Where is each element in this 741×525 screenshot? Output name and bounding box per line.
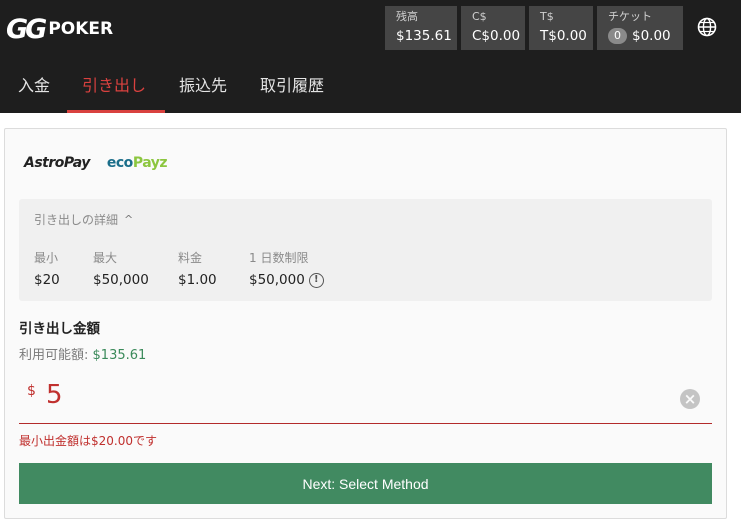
detail-daily-label: 1 日数制限 — [249, 251, 309, 265]
tab-deposit[interactable]: 入金 — [18, 60, 67, 113]
available-label: 利用可能額: — [19, 348, 89, 363]
tab-history[interactable]: 取引履歴 — [246, 60, 336, 113]
balance-cash-value: $135.61 — [396, 28, 452, 44]
detail-min: 最小 $20 — [34, 249, 60, 288]
balance-cdollar[interactable]: C$ C$0.00 — [461, 6, 525, 50]
detail-min-label: 最小 — [34, 251, 59, 265]
balance-bar: 残高 $135.61 C$ C$0.00 T$ T$0.00 チケット 0 $0… — [385, 6, 683, 50]
balance-tdollar[interactable]: T$ T$0.00 — [529, 6, 593, 50]
ecopayz-logo[interactable]: ecoPayz — [106, 155, 168, 171]
available-balance: 利用可能額: $135.61 — [19, 344, 146, 363]
tab-withdraw[interactable]: 引き出し — [67, 60, 165, 113]
withdraw-details: 引き出しの詳細 ^ 最小 $20 最大 $50,000 料金 $1.00 1 日… — [19, 199, 712, 301]
detail-max-value: $50,000 — [93, 272, 149, 288]
amount-value[interactable]: 5 — [46, 380, 63, 410]
details-title: 引き出しの詳細 — [34, 213, 119, 227]
balance-cdollar-label: C$ — [472, 10, 487, 23]
globe-icon[interactable] — [697, 17, 717, 37]
balance-cash[interactable]: 残高 $135.61 — [385, 6, 457, 50]
withdraw-panel: AstroPay ecoPayz 引き出しの詳細 ^ 最小 $20 最大 $50… — [4, 128, 727, 519]
detail-daily-row: $50,000 ! — [249, 272, 324, 288]
amount-title: 引き出し金額 — [19, 321, 100, 337]
available-value: $135.61 — [92, 348, 147, 363]
balance-ticket-row: 0 $0.00 — [608, 28, 673, 44]
logo-poker: POKER — [48, 19, 114, 39]
ticket-count-badge: 0 — [608, 28, 627, 44]
balance-ticket-label: チケット — [608, 10, 652, 23]
balance-cdollar-value: C$0.00 — [472, 28, 521, 44]
detail-max-label: 最大 — [93, 251, 118, 265]
ggpoker-logo[interactable]: GG POKER — [6, 13, 114, 45]
balance-tdollar-value: T$0.00 — [540, 28, 587, 44]
details-toggle[interactable]: 引き出しの詳細 ^ — [34, 211, 133, 228]
next-select-method-button[interactable]: Next: Select Method — [19, 463, 712, 504]
detail-daily-value: $50,000 — [249, 272, 305, 288]
clear-icon[interactable]: × — [680, 389, 700, 409]
balance-tdollar-label: T$ — [540, 10, 554, 23]
balance-ticket-value: $0.00 — [632, 28, 671, 44]
logo-gg: GG — [6, 13, 47, 45]
cashier-tabs: 入金 引き出し 振込先 取引履歴 — [0, 60, 336, 113]
ecopayz-logo-eco: eco — [106, 155, 133, 171]
currency-symbol: $ — [27, 383, 36, 399]
ecopayz-logo-payz: Payz — [132, 155, 168, 171]
amount-input[interactable]: $ 5 × — [19, 376, 712, 424]
top-bar: GG POKER 残高 $135.61 C$ C$0.00 T$ T$0.00 … — [0, 0, 741, 113]
detail-daily: 1 日数制限 $50,000 ! — [249, 249, 324, 288]
chevron-up-icon: ^ — [124, 213, 134, 226]
tab-payee[interactable]: 振込先 — [165, 60, 246, 113]
info-icon[interactable]: ! — [308, 272, 324, 288]
amount-error: 最小出金額は$20.00です — [19, 434, 157, 448]
detail-max: 最大 $50,000 — [93, 249, 149, 288]
balance-ticket[interactable]: チケット 0 $0.00 — [597, 6, 683, 50]
balance-cash-label: 残高 — [396, 10, 418, 23]
detail-fee: 料金 $1.00 — [178, 249, 217, 288]
detail-fee-label: 料金 — [178, 251, 203, 265]
detail-fee-value: $1.00 — [178, 272, 217, 288]
detail-min-value: $20 — [34, 272, 60, 288]
payment-logos: AstroPay ecoPayz — [24, 155, 168, 171]
astropay-logo[interactable]: AstroPay — [24, 155, 90, 171]
